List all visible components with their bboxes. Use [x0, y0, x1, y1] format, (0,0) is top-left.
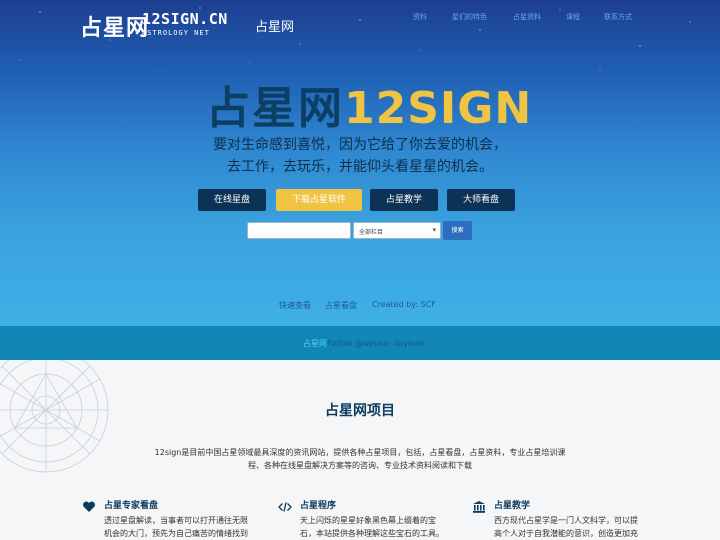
code-icon — [278, 502, 292, 512]
hero-title: 占星网12SIGN — [206, 72, 532, 136]
hero-title-num: 12SIGN — [344, 83, 533, 134]
search-button[interactable]: 搜索 — [443, 221, 472, 240]
search-input[interactable] — [247, 222, 351, 239]
nav-item-2[interactable]: 星们的特色 — [452, 12, 487, 22]
feature-title[interactable]: 占星程序 — [300, 498, 336, 511]
feature-title[interactable]: 占星教学 — [494, 498, 530, 511]
download-software-button[interactable]: 下载占星软件 — [276, 189, 362, 211]
category-select-value: 全部栏目 — [359, 229, 384, 236]
follow-text: 占星网Follow @weixin: liqylook — [303, 338, 425, 349]
hero-title-cn: 占星网 — [206, 83, 344, 134]
projects-section: 占星网项目 12sign是目前中国占星领域最具深度的资讯网站，提供各种占星项目，… — [0, 360, 720, 540]
hero-banner: 占星网 12SIGN.CN ASTROLOGY NET 占星网 资料 星们的特色… — [0, 0, 720, 326]
nav-item-3[interactable]: 占星资料 — [513, 12, 541, 22]
nav-item-4[interactable]: 课程 — [566, 12, 580, 22]
nav-item-5[interactable]: 联系方式 — [604, 12, 632, 22]
astrology-teaching-button[interactable]: 占星教学 — [370, 189, 438, 211]
hero-slogan: 要对生命感到喜悦，因为它给了你去爱的机会， 去工作，去玩乐，并能仰头看星星的机会… — [0, 134, 720, 178]
feature-body: 西方现代占星学是一门人文科学，可以提高个人对于自我潜能的意识，创造更加充实的人生… — [494, 516, 638, 538]
feature-body: 透过星盘解读，当事者可以打开通往无限机会的大门，预先为自己痛苦的情绪找到疏散或消… — [104, 516, 248, 538]
bank-icon — [473, 501, 485, 513]
logo-subtitle: ASTROLOGY NET — [142, 29, 210, 37]
projects-description: 12sign是目前中国占星领域最具深度的资讯网站，提供各种占星项目，包括，占星看… — [154, 448, 566, 470]
heart-icon — [83, 501, 95, 512]
master-reading-button[interactable]: 大师看盘 — [447, 189, 515, 211]
link-chart-reading[interactable]: 占星看盘 — [325, 300, 357, 311]
nav-item-1[interactable]: 资料 — [413, 12, 427, 22]
feature-title[interactable]: 占星专家看盘 — [104, 498, 158, 511]
feature-body: 天上闪烁的星星好象黑色幕上缀着的宝石，本站提供各种理解这些宝石的工具。 — [300, 516, 444, 538]
projects-title: 占星网项目 — [325, 403, 395, 419]
category-select[interactable]: 全部栏目 ▾ — [353, 222, 441, 239]
top-nav: 资料 星们的特色 占星资料 课程 联系方式 — [0, 12, 720, 24]
follow-brand[interactable]: 占星网 — [303, 339, 327, 348]
quick-links: 快速查看 占星看盘 Created by: SCF — [0, 300, 720, 312]
slogan-line-2: 去工作，去玩乐，并能仰头看星星的机会。 — [227, 159, 493, 175]
slogan-line-1: 要对生命感到喜悦，因为它给了你去爱的机会， — [213, 137, 507, 153]
follow-handle: Follow @weixin: liqylook — [327, 339, 425, 348]
link-created-by[interactable]: Created by: SCF — [372, 300, 436, 309]
link-quick-view[interactable]: 快速查看 — [279, 300, 311, 311]
zodiac-wheel-decoration — [0, 360, 109, 473]
follow-bar: 占星网Follow @weixin: liqylook — [0, 326, 720, 360]
online-chart-button[interactable]: 在线星盘 — [198, 189, 266, 211]
chevron-down-icon: ▾ — [432, 226, 436, 234]
